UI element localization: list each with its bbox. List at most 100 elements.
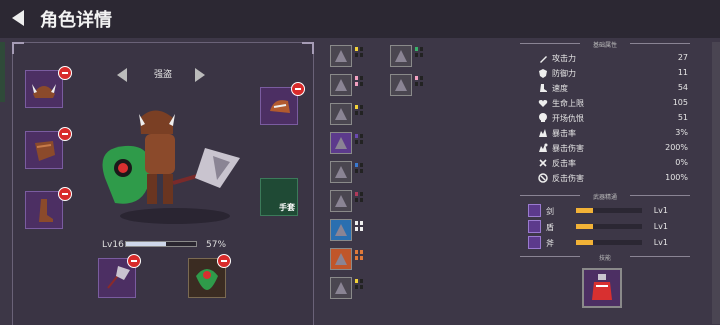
weapon-type-label: 盾	[546, 223, 554, 232]
remove-helmet-button[interactable]	[58, 66, 72, 80]
stat-row: 防御力 11	[538, 66, 688, 80]
weapon-mastery-row: 斧 Lv1	[528, 236, 688, 250]
stat-label: 暴击率	[552, 129, 576, 138]
inventory-item[interactable]	[330, 277, 352, 299]
item-icon	[335, 50, 347, 62]
boot-icon	[39, 199, 53, 222]
counter-icon	[539, 159, 547, 167]
stat-row: 暴击率 3%	[538, 126, 688, 140]
boots-slot[interactable]	[25, 191, 63, 229]
stat-row: 攻击力 27	[538, 51, 688, 65]
crit-damage-icon	[539, 143, 548, 152]
remove-armor-button[interactable]	[58, 127, 72, 141]
remove-offhand-button[interactable]	[217, 254, 231, 268]
item-icon	[335, 79, 347, 91]
top-bar: 角色详情	[0, 0, 720, 38]
base-stats-title: 基础属性	[592, 42, 617, 49]
item-rarity-pips	[355, 105, 363, 115]
section-divider	[630, 195, 690, 196]
stat-value: 105	[672, 98, 688, 107]
back-arrow-icon[interactable]	[12, 10, 24, 26]
armor-slot[interactable]	[25, 131, 63, 169]
stat-value: 100%	[665, 173, 688, 182]
right-edge-panel	[712, 42, 720, 324]
horned-helmet-icon	[32, 84, 56, 98]
stat-value: 54	[677, 83, 688, 92]
glove-slot[interactable]: 手套	[260, 178, 298, 216]
weapon-type-icon	[528, 204, 541, 217]
prev-hero-arrow-icon[interactable]	[117, 68, 127, 82]
item-rarity-pips	[355, 192, 363, 202]
item-rarity-pips	[355, 76, 363, 86]
stat-value: 27	[677, 53, 688, 62]
panel-corner	[12, 42, 24, 54]
mastery-bar-fill	[576, 240, 593, 245]
inventory-item[interactable]	[330, 161, 352, 183]
remove-weapon-button[interactable]	[127, 254, 141, 268]
inventory-item[interactable]	[330, 248, 352, 270]
item-rarity-pips	[355, 279, 363, 289]
stat-row: 速度 54	[538, 81, 688, 95]
xp-bar-fill	[126, 242, 166, 246]
hero-level: Lv16	[102, 240, 124, 250]
stat-row: 生命上限 105	[538, 96, 688, 110]
crit-icon	[539, 129, 547, 137]
remove-accessory-button[interactable]	[291, 82, 305, 96]
item-rarity-pips	[355, 47, 363, 57]
section-divider	[630, 43, 690, 44]
axe-icon	[107, 266, 130, 289]
stat-value: 3%	[675, 128, 688, 137]
helmet-slot[interactable]	[25, 70, 63, 108]
stat-value: 0%	[675, 158, 688, 167]
item-icon	[335, 108, 347, 120]
stat-label: 反击伤害	[552, 174, 584, 183]
boot-icon	[540, 84, 547, 92]
inventory-item[interactable]	[330, 190, 352, 212]
weapon-type-icon	[528, 236, 541, 249]
mastery-level: Lv1	[653, 206, 668, 215]
inventory-item[interactable]	[330, 74, 352, 96]
weapon-mastery-row: 盾 Lv1	[528, 220, 688, 234]
hero-sprite	[102, 110, 240, 224]
panel-corner	[302, 42, 314, 54]
remove-boots-button[interactable]	[58, 187, 72, 201]
weapon-type-icon	[528, 220, 541, 233]
item-rarity-pips	[355, 221, 363, 231]
xp-percent: 57%	[206, 240, 227, 250]
stat-row: 暴击伤害 200%	[538, 141, 688, 155]
inventory-item[interactable]	[390, 74, 412, 96]
item-icon	[335, 282, 347, 294]
item-icon	[395, 50, 407, 62]
item-rarity-pips	[355, 134, 363, 144]
stat-label: 生命上限	[552, 99, 584, 108]
mastery-bar-fill	[576, 208, 593, 213]
skill-slot[interactable]	[582, 268, 622, 308]
potion-skill-icon	[592, 274, 612, 300]
inventory-item[interactable]	[390, 45, 412, 67]
stat-value: 51	[677, 113, 688, 122]
weapon-type-label: 剑	[546, 207, 554, 216]
item-icon	[335, 166, 347, 178]
inventory-item[interactable]	[330, 219, 352, 241]
shoulder-guard-icon	[270, 100, 290, 113]
armor-icon	[35, 141, 55, 161]
mastery-level: Lv1	[653, 238, 668, 247]
weapon-mastery-title: 武器精通	[592, 194, 617, 201]
shield-icon	[539, 69, 547, 78]
weapon-type-label: 斧	[546, 239, 554, 248]
page-title: 角色详情	[40, 10, 112, 31]
xp-bar	[125, 241, 197, 247]
counter-damage-icon	[538, 173, 548, 183]
item-icon	[335, 224, 347, 236]
mastery-bar	[576, 240, 642, 245]
item-rarity-pips	[355, 250, 363, 260]
stat-label: 速度	[552, 84, 568, 93]
mastery-level: Lv1	[653, 222, 668, 231]
inventory-item[interactable]	[330, 103, 352, 125]
section-divider	[630, 256, 690, 257]
mastery-bar	[576, 208, 642, 213]
inventory-item[interactable]	[330, 132, 352, 154]
inventory-item[interactable]	[330, 45, 352, 67]
item-rarity-pips	[415, 76, 423, 86]
next-hero-arrow-icon[interactable]	[195, 68, 205, 82]
